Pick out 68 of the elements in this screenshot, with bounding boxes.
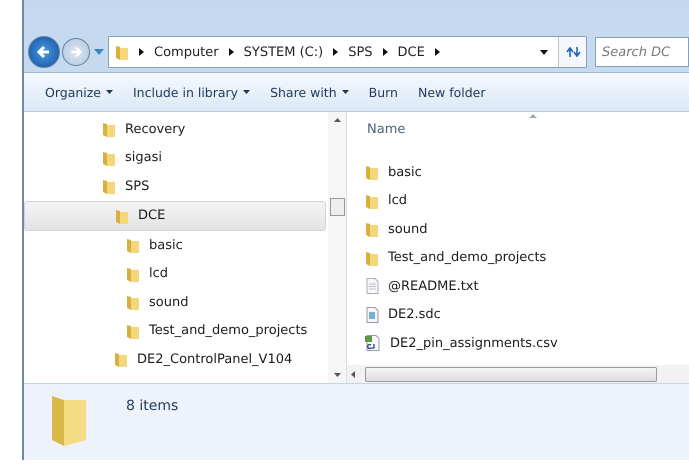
tree-item[interactable]: Recovery: [24, 115, 328, 144]
refresh-button[interactable]: [558, 37, 586, 67]
folder-icon: [102, 121, 116, 138]
sort-icon: [529, 114, 538, 118]
toolbar-button[interactable]: New folder: [408, 80, 495, 104]
toolbar-button[interactable]: Include in library: [124, 80, 260, 104]
file-item[interactable]: DE2.sdc: [347, 300, 689, 329]
breadcrumb[interactable]: DCE: [398, 44, 425, 60]
file-icon: [365, 306, 379, 323]
toolbar-button[interactable]: Organize: [36, 80, 122, 104]
chevron-icon[interactable]: [382, 48, 388, 56]
chevron-icon[interactable]: [333, 48, 338, 56]
folder-icon: [126, 322, 140, 339]
back-button[interactable]: [28, 36, 60, 68]
history-dropdown-icon[interactable]: [94, 49, 104, 55]
folder-icon: [126, 266, 140, 282]
chevron-icon[interactable]: [139, 48, 144, 56]
caret-icon: [342, 90, 349, 94]
breadcrumb[interactable]: Computer: [154, 44, 219, 60]
folder-icon: [115, 208, 129, 224]
name-column-header[interactable]: Name: [367, 122, 406, 137]
spreadsheet-file-icon: [365, 335, 381, 352]
refresh-icon: [564, 46, 580, 58]
chevron-icon[interactable]: [434, 48, 440, 56]
breadcrumb[interactable]: SYSTEM (C:): [244, 44, 324, 60]
tree-item[interactable]: DE2_ControlPanel_V104: [24, 345, 328, 374]
scroll-down-icon[interactable]: [334, 373, 340, 377]
file-item[interactable]: basic: [347, 158, 689, 186]
toolbar-button[interactable]: Share with: [261, 80, 358, 104]
file-item[interactable]: Test_and_demo_projects: [347, 244, 689, 272]
folder-icon: [365, 192, 379, 209]
chevron-icon[interactable]: [228, 48, 234, 56]
file-item[interactable]: lcd: [347, 186, 689, 215]
forward-button[interactable]: [62, 38, 90, 66]
scroll-up-icon[interactable]: [334, 118, 340, 122]
folder-icon: [365, 221, 379, 238]
file-item[interactable]: DE2_pin_assignments.csv: [347, 329, 689, 358]
file-item[interactable]: @README.txt: [347, 272, 689, 300]
folder-icon: [126, 294, 140, 310]
folder-icon: [365, 250, 379, 266]
dropdown-icon[interactable]: [540, 50, 548, 54]
tree-item[interactable]: DCE: [24, 200, 326, 231]
tree-item[interactable]: Test_and_demo_projects: [24, 316, 328, 345]
folder-icon: [365, 164, 379, 180]
tree-item[interactable]: sigasi: [24, 144, 328, 172]
address-bar[interactable]: Computer SYSTEM (C:) SPS DCE: [108, 36, 587, 68]
scroll-left-icon[interactable]: [351, 370, 355, 378]
folder-icon: [126, 237, 140, 254]
item-count: 8 items: [126, 398, 178, 414]
caret-icon: [243, 90, 250, 94]
vertical-scrollbar[interactable]: [328, 112, 346, 383]
folder-icon: [102, 150, 116, 166]
folder-icon: [114, 351, 128, 368]
tree-item[interactable]: basic: [24, 231, 328, 260]
horizontal-scrollbar[interactable]: [347, 365, 689, 383]
folder-icon: [115, 44, 129, 60]
scrollbar-thumb[interactable]: [330, 198, 344, 216]
tree-item[interactable]: lcd: [24, 260, 328, 288]
search-field[interactable]: Search DC: [595, 37, 689, 67]
file-item[interactable]: sound: [347, 215, 689, 244]
tree-item[interactable]: sound: [24, 288, 328, 316]
toolbar-button[interactable]: Burn: [360, 80, 407, 104]
text-file-icon: [365, 278, 379, 294]
caret-icon: [106, 90, 113, 94]
folder-icon: [102, 178, 116, 194]
scrollbar-thumb[interactable]: [365, 366, 657, 382]
breadcrumb[interactable]: SPS: [348, 44, 373, 60]
tree-item[interactable]: SPS: [24, 172, 328, 200]
